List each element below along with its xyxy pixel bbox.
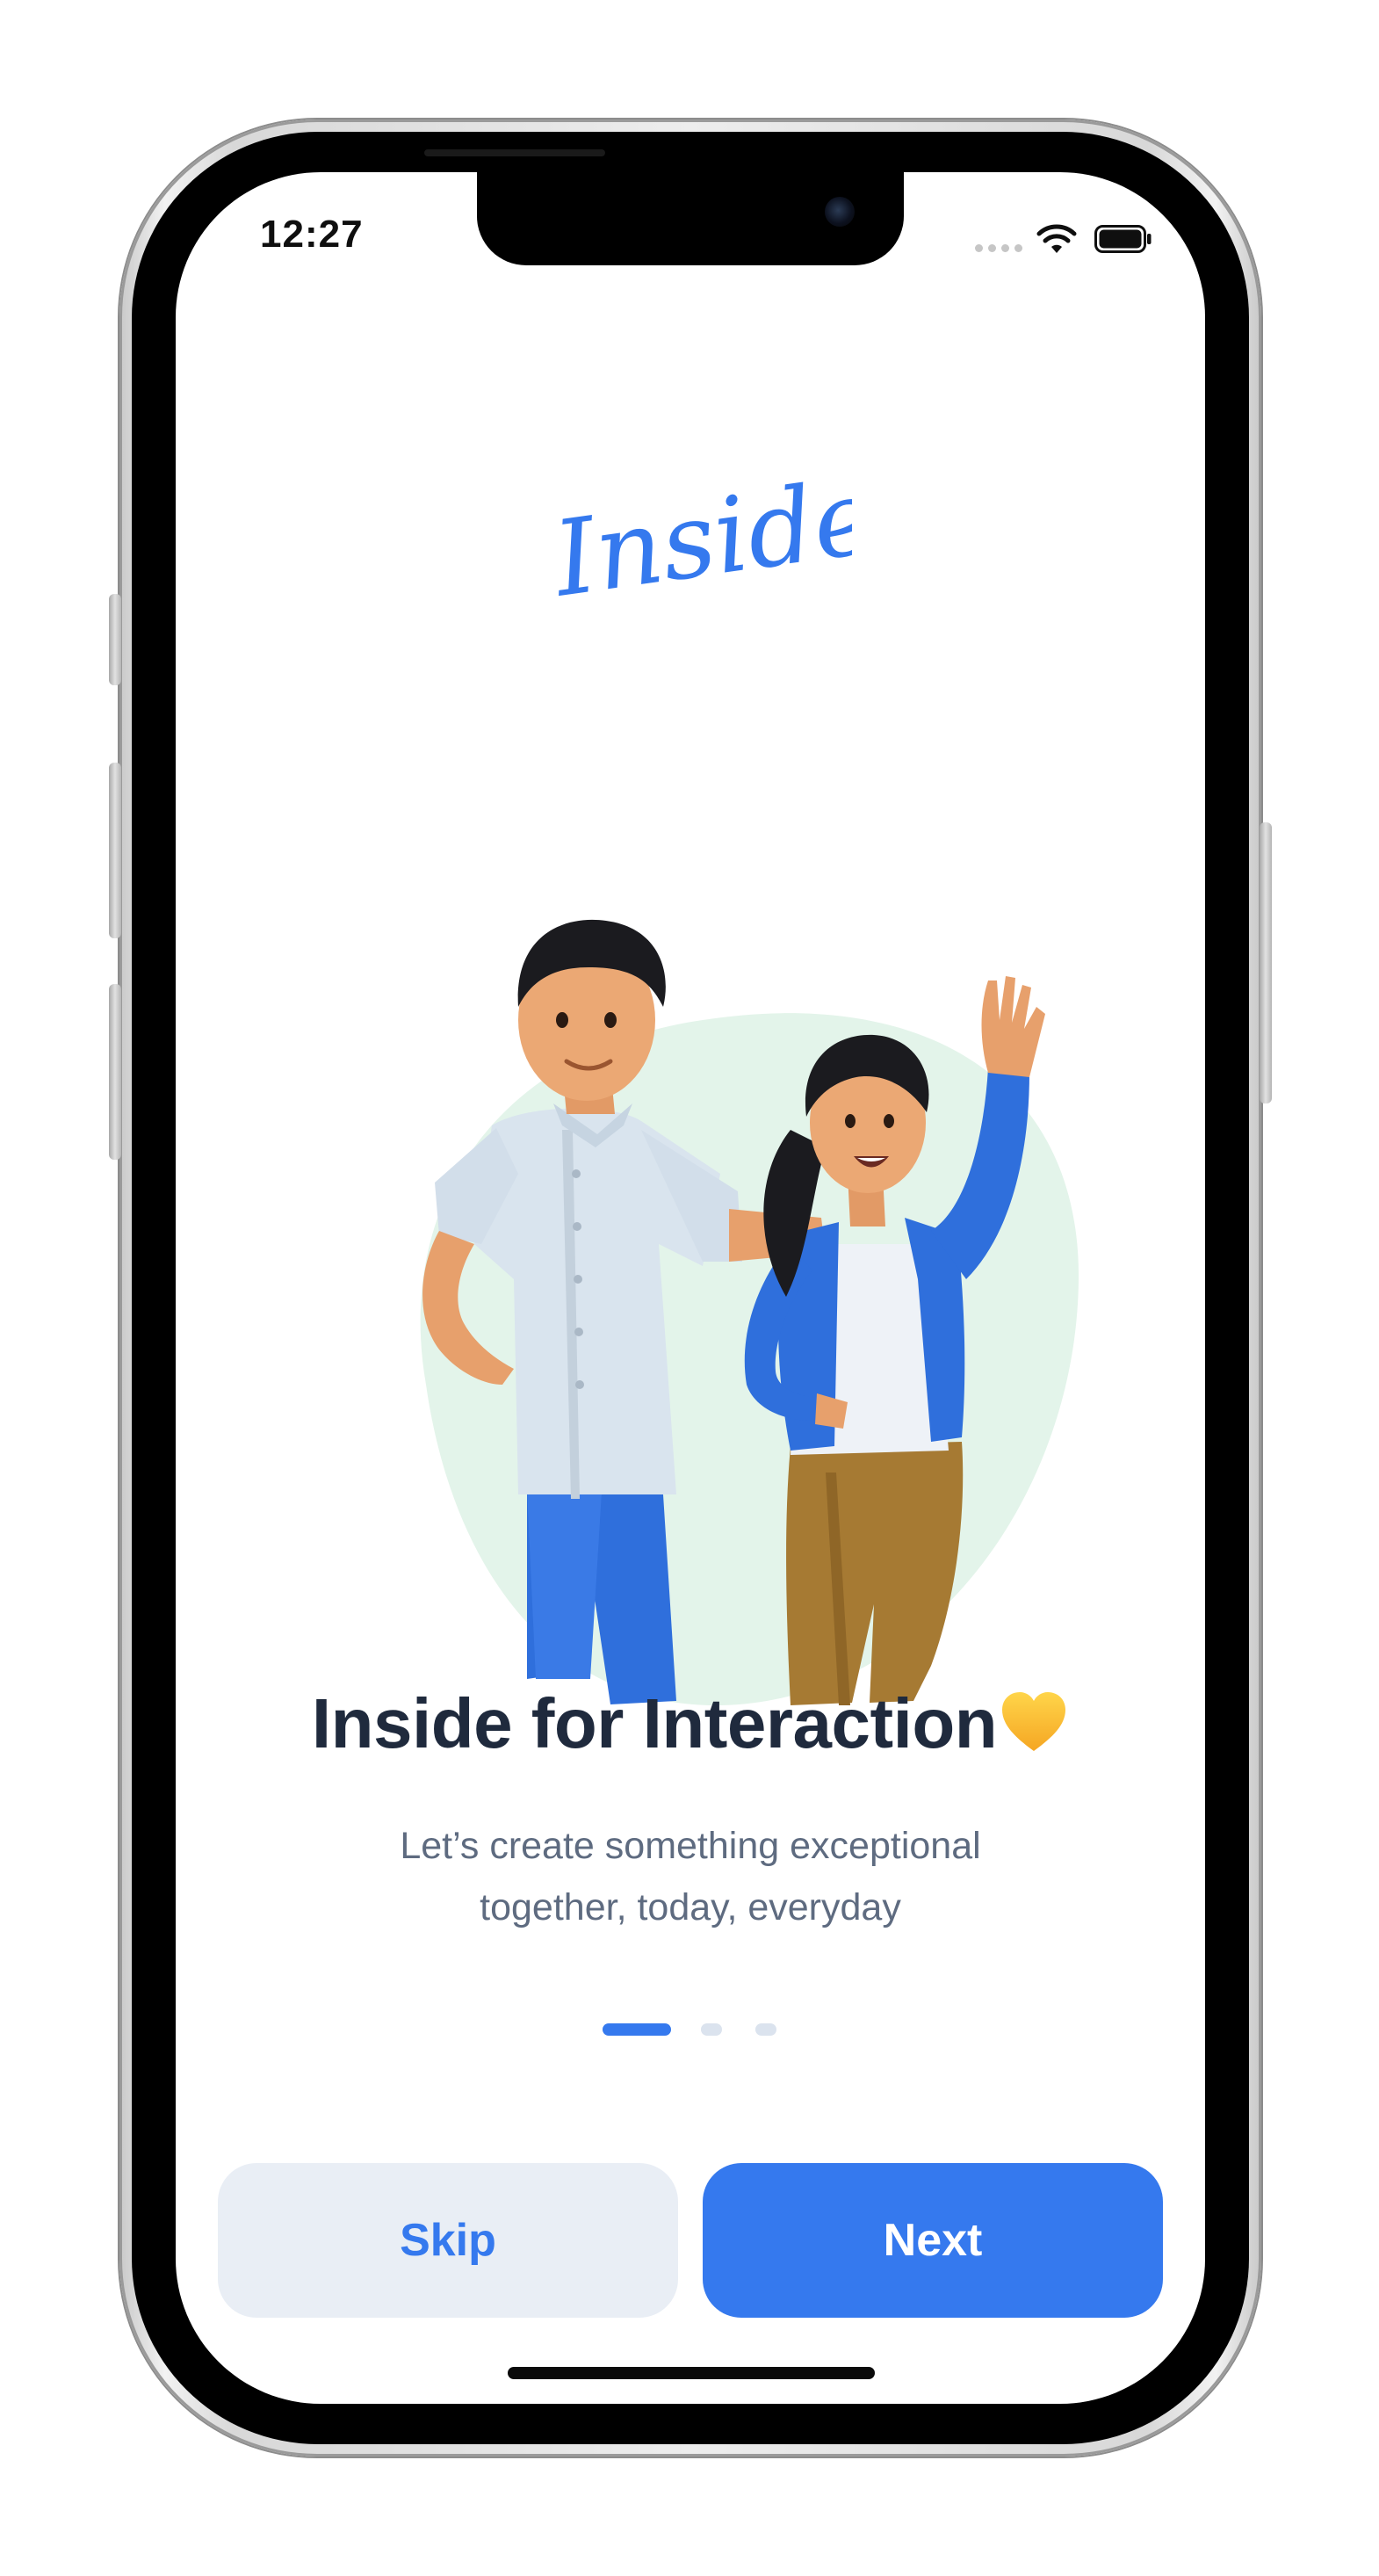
front-camera-icon xyxy=(825,197,855,227)
home-indicator[interactable] xyxy=(508,2367,875,2379)
logo-text: Inside xyxy=(545,455,852,620)
volume-up-button xyxy=(109,763,121,938)
page-indicator xyxy=(603,2023,778,2036)
earpiece-speaker xyxy=(424,149,605,156)
power-button xyxy=(1260,822,1272,1103)
onboarding-screen: 12:27 Inside Inside for Interaction Let’… xyxy=(176,172,1205,2404)
skip-button[interactable]: Skip xyxy=(218,2163,678,2318)
volume-down-button xyxy=(109,984,121,1160)
silent-switch xyxy=(109,594,121,685)
notch xyxy=(477,172,904,265)
yellow-heart-icon xyxy=(1002,1692,1066,1751)
battery-icon xyxy=(1094,225,1152,253)
inside-logo: Inside xyxy=(545,455,852,620)
subtitle-line-1: Let’s create something exceptional xyxy=(400,1825,981,1867)
page-dot[interactable] xyxy=(701,2023,722,2036)
wifi-icon xyxy=(1036,224,1077,253)
onboarding-subtitle: Let’s create something exceptional toget… xyxy=(339,1815,1042,1938)
cellular-signal-icon xyxy=(975,244,1024,253)
status-time: 12:27 xyxy=(260,213,364,256)
headline-text: Inside for Interaction xyxy=(311,1684,998,1762)
next-button[interactable]: Next xyxy=(703,2163,1163,2318)
skip-button-label: Skip xyxy=(400,2215,496,2266)
page-dot[interactable] xyxy=(755,2023,776,2036)
onboarding-illustration xyxy=(420,919,1079,1706)
next-button-label: Next xyxy=(883,2215,983,2266)
onboarding-headline: Inside for Interaction xyxy=(176,1683,1205,1764)
subtitle-line-2: together, today, everyday xyxy=(480,1886,901,1928)
page-dot-active[interactable] xyxy=(603,2023,671,2036)
